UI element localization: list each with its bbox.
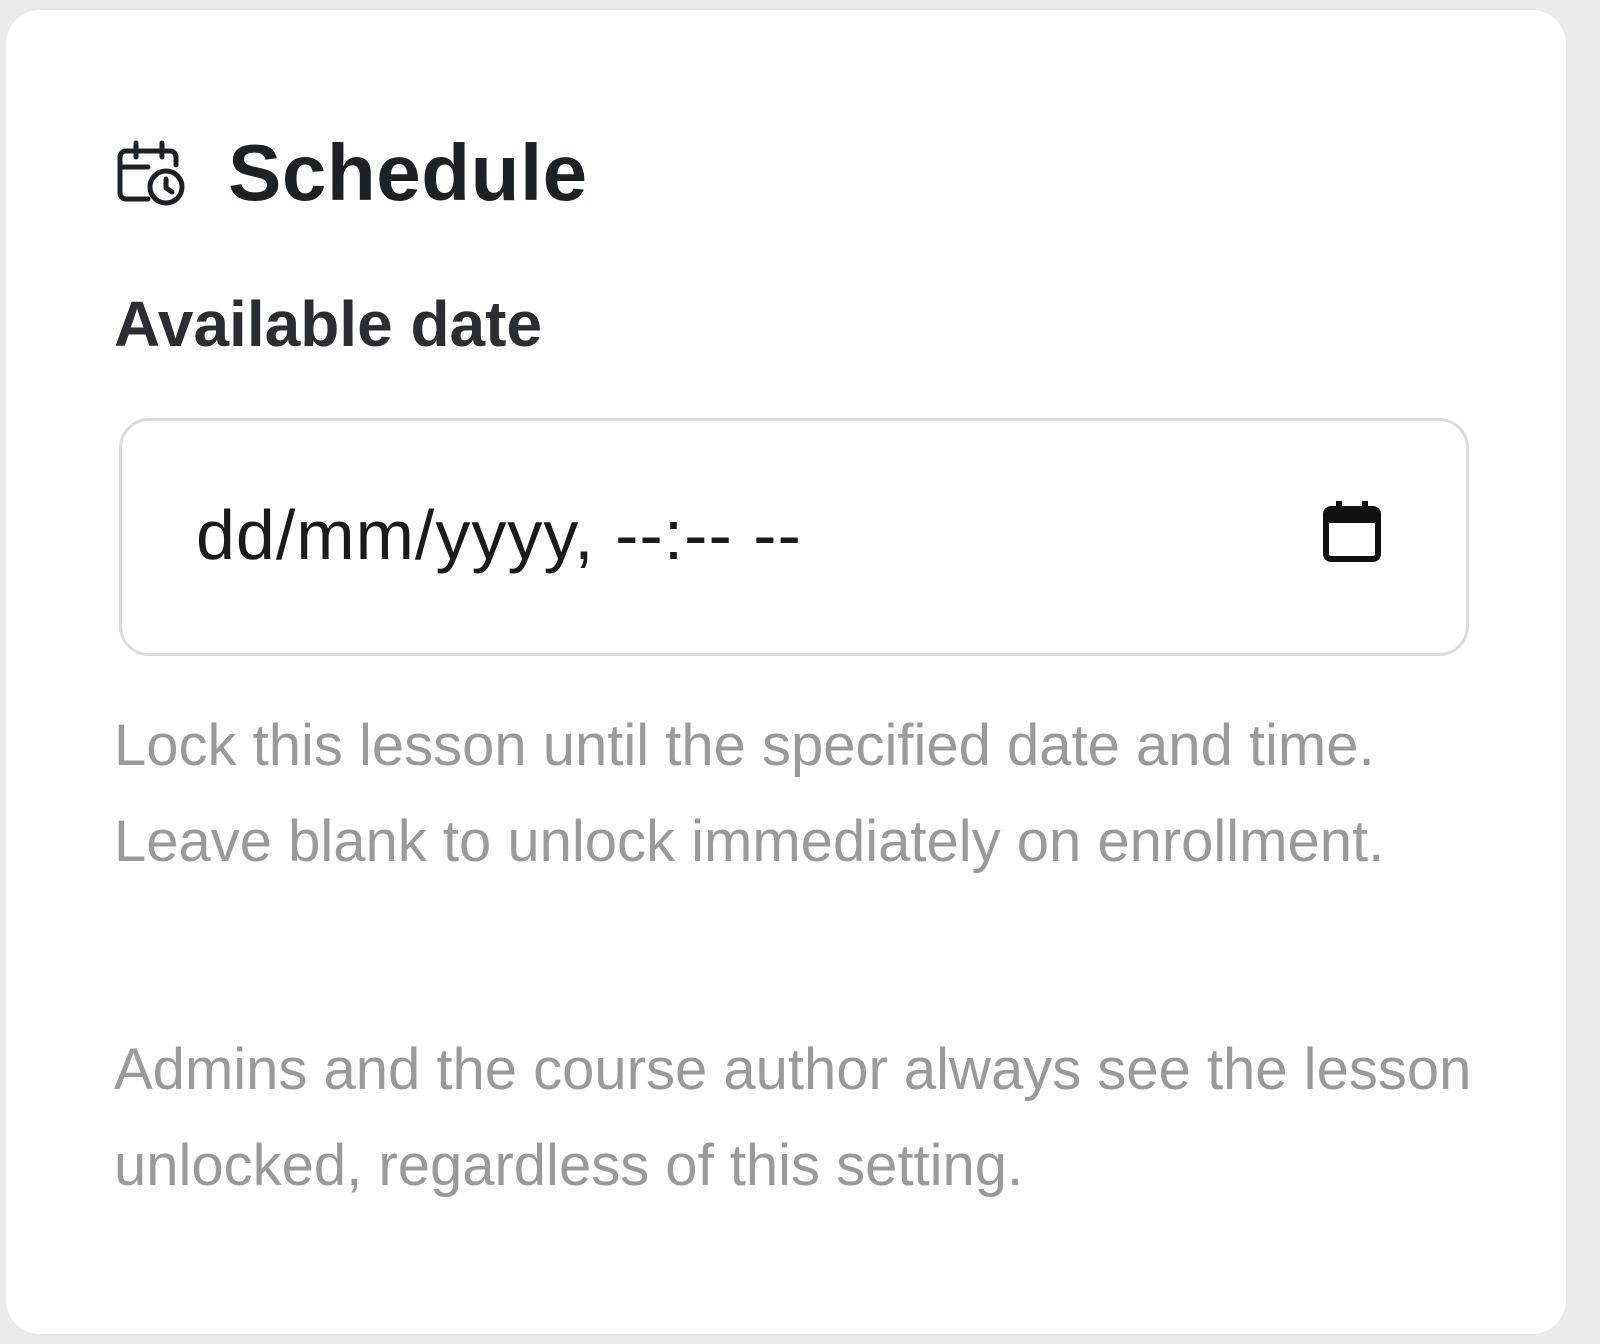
schedule-card: Schedule Available date dd/mm/yyyy, --:-… — [6, 10, 1566, 1334]
help-text-lock: Lock this lesson until the specified dat… — [114, 713, 1385, 874]
calendar-clock-icon — [114, 137, 186, 209]
card-header: Schedule — [114, 128, 588, 218]
card-title: Schedule — [228, 128, 588, 217]
help-text-admins: Admins and the course author always see … — [114, 1037, 1472, 1198]
calendar-icon[interactable] — [1322, 499, 1382, 565]
available-date-label: Available date — [114, 288, 543, 360]
available-date-input[interactable]: dd/mm/yyyy, --:-- -- — [119, 418, 1469, 656]
date-input-value[interactable]: dd/mm/yyyy, --:-- -- — [196, 500, 802, 570]
